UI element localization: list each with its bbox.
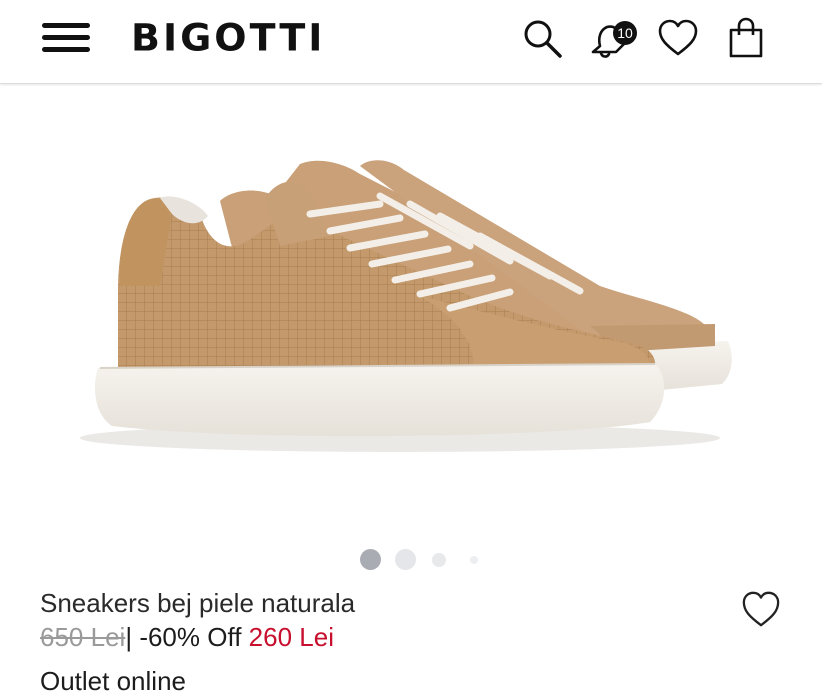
menu-line [42, 23, 90, 28]
wishlist-heart-icon[interactable] [656, 16, 700, 60]
product-image[interactable] [0, 86, 822, 542]
old-price: 650 Lei [40, 622, 126, 652]
shopping-bag-icon[interactable] [724, 16, 768, 60]
sale-price: 260 Lei [248, 622, 334, 652]
brand-logo[interactable]: BIGOTTI [131, 16, 325, 59]
notification-count-badge: 10 [613, 21, 637, 45]
carousel-dot[interactable] [395, 549, 416, 570]
discount-label: -60% Off [139, 622, 242, 652]
notifications-button[interactable]: 10 [588, 16, 637, 60]
carousel-dot[interactable] [432, 553, 446, 567]
menu-line [42, 35, 90, 40]
outlet-tag: Outlet online [40, 666, 186, 696]
carousel-dot[interactable] [470, 556, 478, 564]
price-line: 650 Lei| -60% Off 260 Lei [40, 622, 334, 653]
menu-line [42, 47, 90, 52]
search-icon[interactable] [520, 16, 564, 60]
sneaker-image [80, 160, 732, 452]
add-to-wishlist-heart-icon[interactable] [740, 589, 782, 629]
price-separator: | [125, 622, 133, 652]
carousel-indicators [0, 549, 822, 571]
menu-icon[interactable] [42, 20, 92, 56]
product-title[interactable]: Sneakers bej piele naturala [40, 588, 355, 619]
carousel-dot-active[interactable] [360, 549, 381, 570]
top-header: BIGOTTI 10 [0, 0, 822, 84]
